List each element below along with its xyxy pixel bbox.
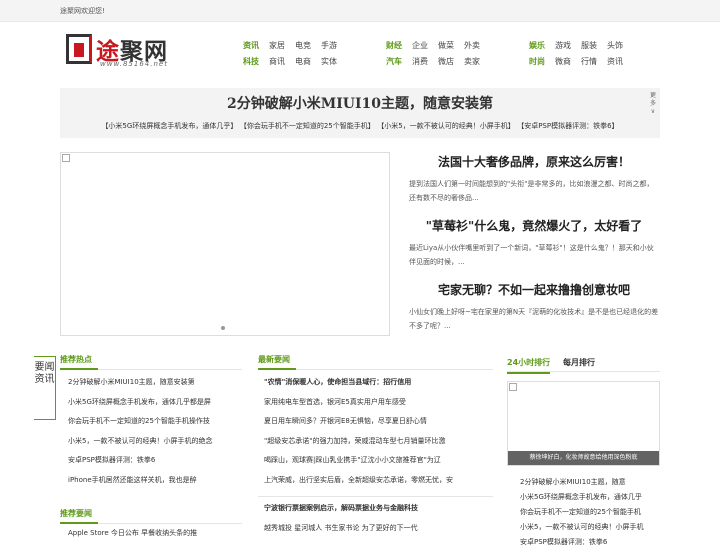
welcome-text: 途聚网欢迎您! <box>60 7 105 15</box>
list-item[interactable]: 2分钟破解小米MIUI10主题，随意安装第 <box>68 373 242 393</box>
banner-link[interactable]: 【安卓PSP模拟器评测：铁拳6】 <box>521 122 619 130</box>
headline-banner: 2分钟破解小米MIUI10主题，随意安装第 【小米5G环绕屏概念手机发布，通体几… <box>60 88 660 138</box>
featured-story[interactable]: "草莓衫"什么鬼，竟然爆火了，太好看了 最近Liya从小伙伴嘴里听到了一个新词，… <box>409 217 659 269</box>
banner-link[interactable]: 【小米5G环绕屏概念手机发布，通体几乎】 <box>101 122 237 130</box>
nav-link[interactable]: 娱乐 <box>529 38 545 54</box>
story-title[interactable]: 法国十大奢侈品牌，原来这么厉害！ <box>409 153 659 170</box>
list-item[interactable]: "农情"消保暖人心，使命担当县域行：招行信用 <box>264 373 493 393</box>
nav-link[interactable]: 实体 <box>321 54 337 70</box>
list-item[interactable]: 喝踩山，观球赛|踩山乳业携手"辽沈小小文旅推荐官"为辽 <box>264 451 493 471</box>
featured-story[interactable]: 宅家无聊？不如一起来撸撸创意妆吧 小仙女们晚上好呀~宅在家里的第N天『泥萌的化妆… <box>409 281 659 333</box>
list-item[interactable]: 小米5G环绕屏概念手机发布，通体几乎都是屏 <box>68 393 242 413</box>
tab-monthly[interactable]: 每月排行 <box>563 357 595 368</box>
ranking-image[interactable]: 蔡徐坤好白，化妆师故意给他用深色粉底 <box>507 381 660 466</box>
nav-link[interactable]: 头饰 <box>607 38 623 54</box>
story-summary: 小仙女们晚上好呀~宅在家里的第N天『泥萌的化妆技术』是不是也已经退化的差不多了呢… <box>409 308 659 330</box>
section-heading: 推荐热点 <box>60 354 242 370</box>
nav-link[interactable]: 做菜 <box>438 38 454 54</box>
list-item[interactable]: 家用纯电车型首选，银河E5真实用户用车感受 <box>264 393 493 413</box>
nav-link[interactable]: 财经 <box>386 38 402 54</box>
nav-group-2: 财经 企业 做菜 外卖 汽车 消费 微店 卖家 <box>386 38 490 70</box>
list-item[interactable]: 夏日用车瞬间多？开银河E8无惧恼，尽享夏日舒心情 <box>264 412 493 432</box>
nav-link[interactable]: 资讯 <box>607 54 623 70</box>
list-item[interactable]: 小米5，一款不被认可的经典！小屏手机的绝念 <box>68 432 242 452</box>
nav-link[interactable]: 时尚 <box>529 54 545 70</box>
nav-link[interactable]: 手游 <box>321 38 337 54</box>
more-toggle[interactable]: 更多∨ <box>649 92 657 116</box>
list-item[interactable]: Apple Store 今日公布 早餐收纳头条的推 <box>68 524 242 544</box>
broken-image-icon <box>62 154 70 162</box>
story-summary: 提到法国人们第一时间能想到的"头衔"是非常多的，比如浪漫之都、时尚之都，还有数不… <box>409 180 654 202</box>
nav-link[interactable]: 微店 <box>438 54 454 70</box>
story-title[interactable]: 宅家无聊？不如一起来撸撸创意妆吧 <box>409 281 659 298</box>
slide-dot[interactable] <box>221 326 225 330</box>
nav-link[interactable]: 微商 <box>555 54 571 70</box>
recommend-column: 推荐要闻 Apple Store 今日公布 早餐收纳头条的推 <box>60 508 242 544</box>
nav-link[interactable]: 商讯 <box>269 54 285 70</box>
logo-mark-icon <box>66 34 92 64</box>
nav-link[interactable]: 家居 <box>269 38 285 54</box>
nav-link[interactable]: 游戏 <box>555 38 571 54</box>
logo-url: www.85164.net <box>100 60 168 68</box>
story-title[interactable]: "草莓衫"什么鬼，竟然爆火了，太好看了 <box>409 217 659 234</box>
nav-group-3: 娱乐 游戏 服装 头饰 时尚 微商 行情 资讯 <box>529 38 633 70</box>
nav-link[interactable]: 企业 <box>412 38 428 54</box>
hot-column: 推荐热点 2分钟破解小米MIUI10主题，随意安装第 小米5G环绕屏概念手机发布… <box>60 354 242 490</box>
nav-group-1: 资讯 家居 电竞 手游 科技 商讯 电商 实体 <box>243 38 347 70</box>
nav-link[interactable]: 电竞 <box>295 38 311 54</box>
side-tab-news[interactable]: 要闻资讯 <box>34 356 56 420</box>
slideshow[interactable] <box>60 152 390 336</box>
banner-links: 【小米5G环绕屏概念手机发布，通体几乎】 【你会玩手机不一定知道的25个智能手机】… <box>60 121 660 131</box>
nav-link[interactable]: 汽车 <box>386 54 402 70</box>
image-caption: 蔡徐坤好白，化妆师故意给他用深色粉底 <box>508 451 659 465</box>
story-summary: 最近Liya从小伙伴嘴里听到了一个新词，"草莓衫"！这是什么鬼？！那天和小伙伴见… <box>409 244 654 266</box>
list-item[interactable]: 你会玩手机不一定知道的25个智能手机 <box>520 505 660 520</box>
list-item[interactable]: 安卓PSP模拟器评测：铁拳6 <box>520 535 660 550</box>
nav-link[interactable]: 外卖 <box>464 38 480 54</box>
ranking-tabs: 24小时排行 每月排行 <box>507 354 660 374</box>
list-item[interactable]: 小米5，一款不被认可的经典！小屏手机 <box>520 520 660 535</box>
nav-link[interactable]: 资讯 <box>243 38 259 54</box>
list-item[interactable]: 宁波银行票据案例启示，解码票据业务与金融科技 <box>264 499 493 519</box>
list-item[interactable]: "超级安芯承诺"的强力加持，荣威混动车型七月销量环比激 <box>264 432 493 452</box>
nav-link[interactable]: 消费 <box>412 54 428 70</box>
broken-image-icon <box>509 383 517 391</box>
banner-headline[interactable]: 2分钟破解小米MIUI10主题，随意安装第 <box>60 93 660 113</box>
list-item[interactable]: 2分钟破解小米MIUI10主题，随意 <box>520 475 660 490</box>
nav-link[interactable]: 服装 <box>581 38 597 54</box>
featured-story[interactable]: 法国十大奢侈品牌，原来这么厉害！ 提到法国人们第一时间能想到的"头衔"是非常多的… <box>409 153 659 205</box>
site-logo[interactable]: 途聚网 www.85164.net <box>66 34 202 70</box>
banner-link[interactable]: 【你会玩手机不一定知道的25个智能手机】 <box>243 122 374 130</box>
nav-link[interactable]: 科技 <box>243 54 259 70</box>
nav-link[interactable]: 行情 <box>581 54 597 70</box>
nav-link[interactable]: 卖家 <box>464 54 480 70</box>
list-item[interactable]: iPhone手机居然还能这样关机，我也是醉 <box>68 471 242 491</box>
list-item[interactable]: 上汽荣威，出行坚实后盾，全新超级安芯承诺，零燃无忧，安 <box>264 471 493 491</box>
latest-column: 最新要闻 "农情"消保暖人心，使命担当县域行：招行信用 家用纯电车型首选，银河E… <box>258 354 493 538</box>
section-heading: 最新要闻 <box>258 354 493 370</box>
list-item[interactable]: 小米5G环绕屏概念手机发布，通体几乎 <box>520 490 660 505</box>
list-item[interactable]: 安卓PSP模拟器评测：铁拳6 <box>68 451 242 471</box>
ranking-list: 2分钟破解小米MIUI10主题，随意 小米5G环绕屏概念手机发布，通体几乎 你会… <box>520 475 660 550</box>
list-item[interactable]: 越秀城投 星河城人 书生家书论 为了更好的下一代 <box>264 519 493 539</box>
top-bar: 途聚网欢迎您! <box>0 0 720 22</box>
list-item[interactable]: 你会玩手机不一定知道的25个智能手机操作技 <box>68 412 242 432</box>
section-heading: 推荐要闻 <box>60 508 242 524</box>
banner-link[interactable]: 【小米5，一款不被认可的经典！小屏手机】 <box>381 122 515 130</box>
tab-24h[interactable]: 24小时排行 <box>507 357 551 374</box>
nav-link[interactable]: 电商 <box>295 54 311 70</box>
